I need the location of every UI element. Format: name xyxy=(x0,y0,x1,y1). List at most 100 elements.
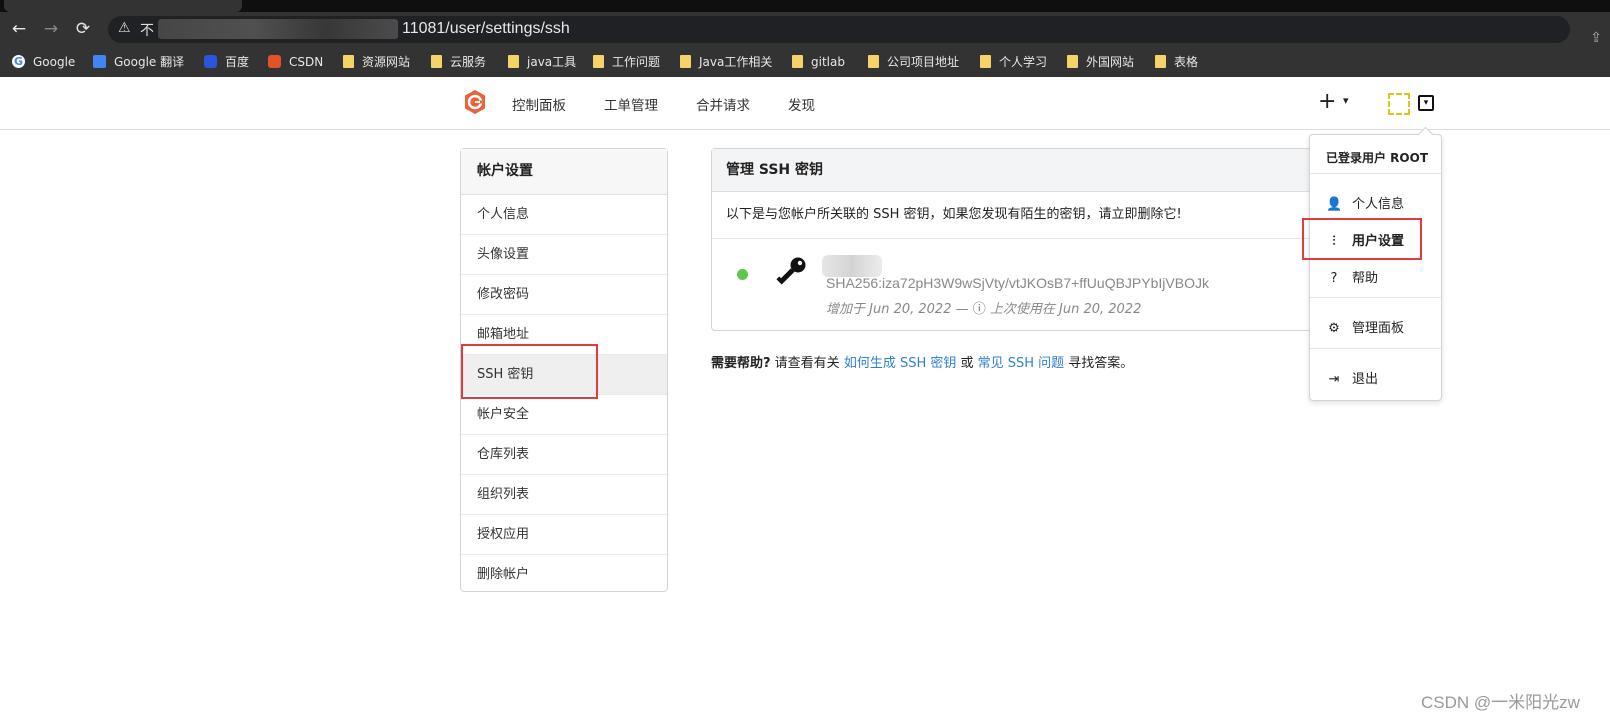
divider xyxy=(1310,297,1441,298)
bookmark-label: java工具 xyxy=(527,55,577,69)
sign-out-icon: ⇥ xyxy=(1328,372,1340,387)
sidebar-item-applications[interactable]: 授权应用 xyxy=(461,515,667,555)
avatar[interactable] xyxy=(1388,93,1410,115)
help-icon: ? xyxy=(1330,271,1338,286)
help-text-2: 或 xyxy=(956,356,978,371)
divider xyxy=(1310,348,1441,349)
generate-ssh-key-link[interactable]: 如何生成 SSH 密钥 xyxy=(844,356,957,371)
help-text-1: 请查看有关 xyxy=(770,356,844,371)
bookmark-label: 工作问题 xyxy=(612,55,661,69)
user-dropdown-menu: 已登录用户 ROOT 👤 个人信息 ⫶ 用户设置 ? 帮助 ⚙ 管理面板 ⇥ 退出 xyxy=(1309,134,1442,401)
user-icon: 👤 xyxy=(1326,197,1343,212)
folder-icon xyxy=(1067,55,1078,68)
bookmark-label: gitlab xyxy=(811,55,845,69)
key-fingerprint: SHA256:iza72pH3W9wSjVty/vtJKOsB7+ffUuQBJ… xyxy=(826,275,1209,291)
url-text[interactable]: 11081/user/settings/ssh xyxy=(402,20,570,38)
menu-item-label: 管理面板 xyxy=(1352,321,1405,336)
signed-in-as-header: 已登录用户 ROOT xyxy=(1326,151,1429,165)
bookmark-folder[interactable]: gitlab xyxy=(792,52,845,72)
highlight-box-ssh xyxy=(461,344,598,399)
divider xyxy=(1310,173,1441,174)
sidebar-item-profile[interactable]: 个人信息 xyxy=(461,195,667,235)
sidebar-item-password[interactable]: 修改密码 xyxy=(461,275,667,315)
chevron-down-icon[interactable]: ▾ xyxy=(1343,94,1349,107)
folder-icon xyxy=(343,55,354,68)
key-meta: 增加于 Jun 20, 2022 — ⓘ 上次使用在 Jun 20, 2022 xyxy=(826,298,1141,317)
bookmark-label: Google 翻译 xyxy=(114,55,185,69)
browser-toolbar: ← → ⟳ ⚠ 不 11081/user/settings/ssh ⇪ xyxy=(0,12,1610,46)
bookmark-google[interactable]: Google xyxy=(12,52,75,72)
sidebar-item-delete-account[interactable]: 删除帐户 xyxy=(461,555,667,595)
bookmark-label: 个人学习 xyxy=(999,55,1048,69)
google-icon xyxy=(12,52,25,72)
menu-item-label: 退出 xyxy=(1352,372,1379,387)
not-secure-label: 不 xyxy=(140,23,154,39)
baidu-icon xyxy=(204,55,217,68)
common-ssh-problems-link[interactable]: 常见 SSH 问题 xyxy=(978,356,1065,371)
nav-dashboard[interactable]: 控制面板 xyxy=(512,94,566,114)
clock-icon: ⓘ xyxy=(972,302,986,317)
nav-issues[interactable]: 工单管理 xyxy=(604,94,658,114)
warning-icon[interactable]: ⚠ xyxy=(118,20,131,36)
bookmark-folder[interactable]: 外国网站 xyxy=(1067,52,1134,72)
sidebar-item-organizations[interactable]: 组织列表 xyxy=(461,475,667,515)
sidebar-title: 帐户设置 xyxy=(461,149,667,195)
bookmark-folder[interactable]: 云服务 xyxy=(431,52,486,72)
folder-icon xyxy=(508,55,519,68)
key-last-used: 上次使用在 Jun 20, 2022 xyxy=(985,302,1142,317)
nav-explore[interactable]: 发现 xyxy=(788,94,815,114)
menu-item-label: 帮助 xyxy=(1352,271,1379,286)
address-bar[interactable]: ⚠ 不 11081/user/settings/ssh xyxy=(108,16,1570,43)
key-added-date: 增加于 Jun 20, 2022 — xyxy=(826,302,973,317)
bookmark-folder[interactable]: 工作问题 xyxy=(593,52,660,72)
create-new-icon[interactable]: + xyxy=(1318,89,1336,114)
reload-icon[interactable]: ⟳ xyxy=(72,18,94,40)
key-active-status-icon xyxy=(737,269,748,280)
bookmark-label: 外国网站 xyxy=(1086,55,1135,69)
bookmark-folder[interactable]: 资源网站 xyxy=(343,52,410,72)
server-gears-icon: ⚙ xyxy=(1328,321,1340,336)
folder-icon xyxy=(680,55,691,68)
menu-item-sign-out[interactable]: ⇥ 退出 xyxy=(1326,368,1378,387)
sidebar-item-security[interactable]: 帐户安全 xyxy=(461,395,667,435)
bookmark-label: 百度 xyxy=(225,55,250,69)
bookmark-google-translate[interactable]: Google 翻译 xyxy=(93,52,184,72)
folder-icon xyxy=(980,55,991,68)
menu-item-profile[interactable]: 👤 个人信息 xyxy=(1326,193,1404,212)
folder-icon xyxy=(1155,55,1166,68)
user-menu-toggle-icon[interactable]: ▾ xyxy=(1418,95,1434,111)
bookmark-csdn[interactable]: CSDN xyxy=(268,52,323,72)
bookmark-folder[interactable]: java工具 xyxy=(508,52,576,72)
folder-icon xyxy=(431,55,442,68)
google-translate-icon xyxy=(93,55,106,68)
sidebar-item-repos[interactable]: 仓库列表 xyxy=(461,435,667,475)
redacted-key-name xyxy=(822,255,882,277)
help-lead: 需要帮助? xyxy=(711,356,771,371)
active-tab[interactable] xyxy=(4,0,242,12)
menu-item-help[interactable]: ? 帮助 xyxy=(1326,267,1378,286)
nav-pull-requests[interactable]: 合并请求 xyxy=(696,94,750,114)
gitea-logo-icon[interactable] xyxy=(462,89,488,115)
back-icon[interactable]: ← xyxy=(8,18,30,40)
tab-strip xyxy=(0,0,1610,12)
top-navbar: 控制面板 工单管理 合并请求 发现 + ▾ ▾ xyxy=(0,77,1610,130)
help-text-3: 寻找答案。 xyxy=(1064,356,1134,371)
bookmark-label: 表格 xyxy=(1174,55,1199,69)
bookmark-folder[interactable]: 个人学习 xyxy=(980,52,1047,72)
key-icon xyxy=(776,257,806,285)
bookmark-folder[interactable]: 表格 xyxy=(1155,52,1198,72)
sidebar-item-avatar[interactable]: 头像设置 xyxy=(461,235,667,275)
forward-icon[interactable]: → xyxy=(40,18,62,40)
menu-item-site-admin[interactable]: ⚙ 管理面板 xyxy=(1326,317,1404,336)
highlight-box-user-settings xyxy=(1302,218,1422,260)
bookmark-baidu[interactable]: 百度 xyxy=(204,52,249,72)
bookmark-folder[interactable]: 公司项目地址 xyxy=(868,52,959,72)
watermark: CSDN @一米阳光zw xyxy=(1421,693,1580,712)
share-icon[interactable]: ⇪ xyxy=(1590,30,1602,46)
bookmark-label: CSDN xyxy=(289,55,324,69)
bookmark-label: 公司项目地址 xyxy=(887,55,960,69)
bookmark-folder[interactable]: Java工作相关 xyxy=(680,52,772,72)
folder-icon xyxy=(868,55,879,68)
bookmark-label: Java工作相关 xyxy=(699,55,773,69)
csdn-icon xyxy=(268,55,281,68)
